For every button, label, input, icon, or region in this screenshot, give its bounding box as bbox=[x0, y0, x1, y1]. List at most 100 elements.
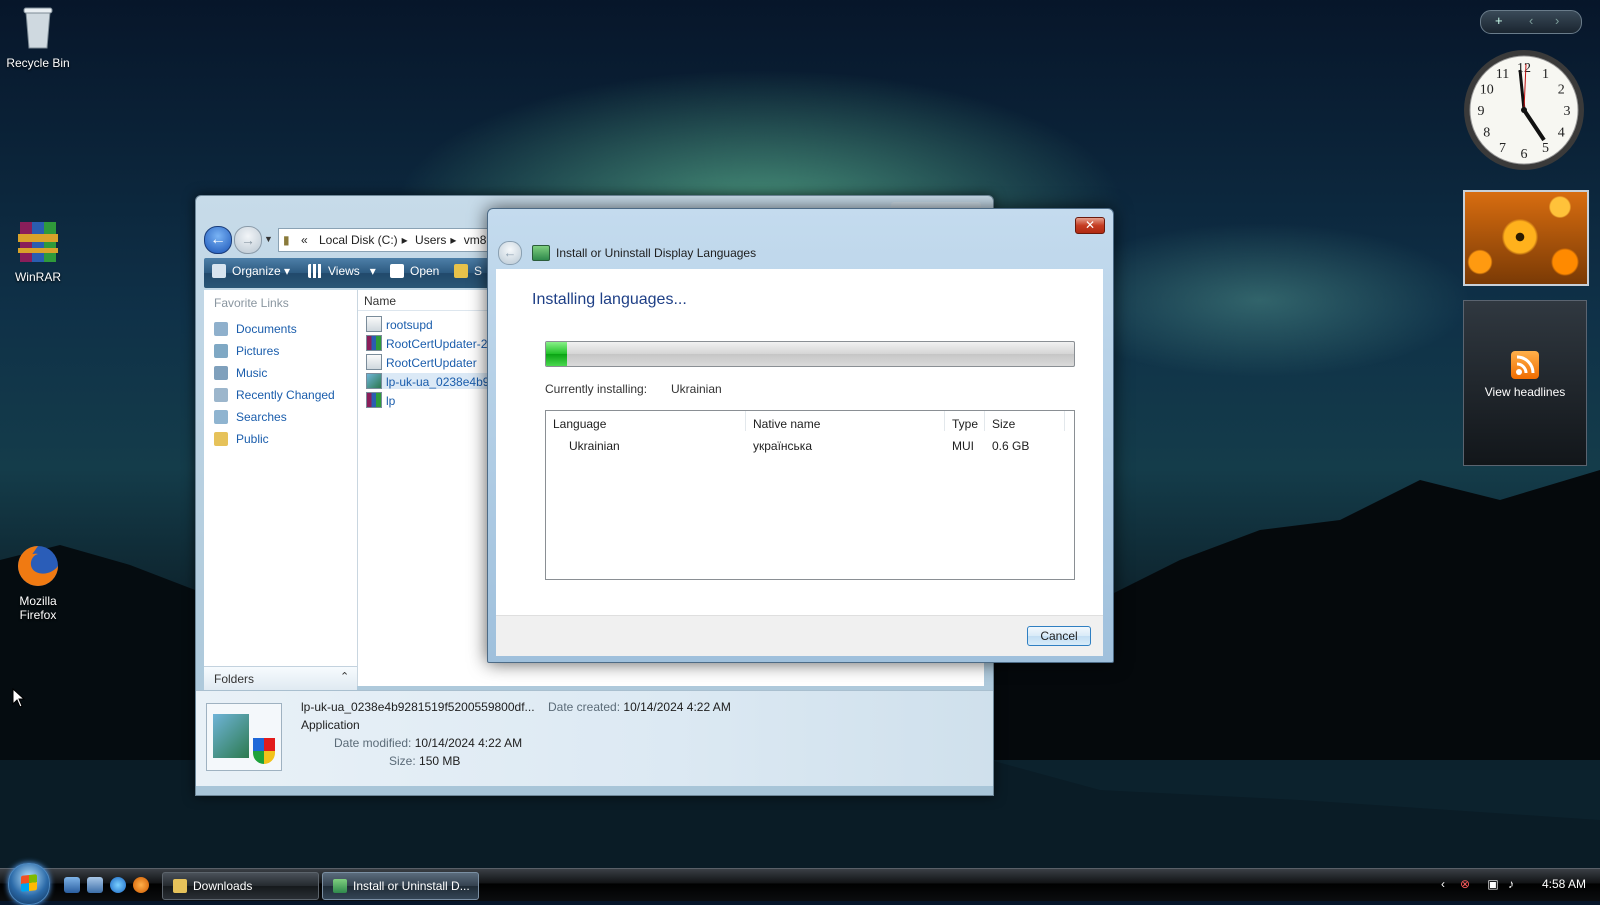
row-type: MUI bbox=[952, 439, 974, 453]
dialog-header: ← Install or Uninstall Display Languages bbox=[496, 237, 1103, 271]
desktop-icon-firefox[interactable]: Mozilla Firefox bbox=[0, 542, 78, 622]
breadcrumb-vm8[interactable]: vm8 bbox=[460, 233, 491, 247]
start-button[interactable] bbox=[8, 863, 50, 905]
taskbar-button-install-languages[interactable]: Install or Uninstall D... bbox=[322, 872, 479, 900]
favorite-link-pictures[interactable]: Pictures bbox=[214, 344, 279, 358]
back-button[interactable]: ← bbox=[498, 241, 522, 265]
row-language: Ukrainian bbox=[569, 439, 620, 453]
feed-headlines-gadget[interactable]: View headlines bbox=[1463, 300, 1587, 466]
folders-toggle[interactable]: Folders ⌃ bbox=[204, 666, 357, 691]
column-header-native-name[interactable]: Native name bbox=[753, 417, 820, 431]
file-item[interactable]: lp bbox=[366, 392, 395, 408]
add-gadget-button[interactable]: + bbox=[1495, 13, 1503, 28]
details-type: Application bbox=[301, 718, 360, 732]
clock-numeral: 2 bbox=[1558, 83, 1565, 98]
file-item[interactable]: RootCertUpdater bbox=[366, 354, 477, 370]
back-button[interactable]: ← bbox=[204, 226, 232, 254]
dialog-body: Installing languages... Currently instal… bbox=[496, 269, 1103, 615]
details-pane: lp-uk-ua_0238e4b9281519f5200559800df... … bbox=[196, 690, 993, 786]
display-languages-icon bbox=[532, 245, 550, 261]
chevron-up-icon[interactable]: ⌃ bbox=[340, 670, 349, 683]
breadcrumb-separator-icon[interactable]: ▸ bbox=[450, 233, 456, 247]
favorite-links-title: Favorite Links bbox=[214, 296, 289, 310]
uac-shield-icon bbox=[253, 738, 275, 764]
currently-installing-value: Ukrainian bbox=[671, 382, 722, 396]
install-languages-dialog: ✕ ← Install or Uninstall Display Languag… bbox=[487, 208, 1114, 663]
clock-numeral: 7 bbox=[1499, 141, 1506, 156]
system-tray: ‹ ⊗ ▣ ♪ 4:58 AM bbox=[1430, 869, 1600, 901]
file-name: RootCertUpdater bbox=[386, 356, 477, 370]
firefox-icon[interactable] bbox=[133, 877, 149, 893]
breadcrumb-separator-icon[interactable]: ▸ bbox=[402, 233, 408, 247]
forward-button[interactable]: → bbox=[234, 226, 262, 254]
breadcrumb-users[interactable]: Users bbox=[411, 233, 450, 247]
switch-windows-icon[interactable] bbox=[87, 877, 103, 893]
file-name: lp-uk-ua_0238e4b9 bbox=[386, 375, 490, 389]
desktop-icon-label: Recycle Bin bbox=[6, 56, 70, 70]
security-alert-icon[interactable]: ⊗ bbox=[1458, 877, 1472, 891]
column-separator bbox=[984, 411, 985, 431]
internet-explorer-icon[interactable] bbox=[110, 877, 126, 893]
recently-changed-icon bbox=[214, 388, 228, 402]
clock-numeral: 3 bbox=[1564, 104, 1571, 119]
file-thumbnail bbox=[206, 703, 282, 771]
share-button[interactable]: S bbox=[454, 264, 482, 278]
column-header-language[interactable]: Language bbox=[553, 417, 606, 431]
favorite-link-music[interactable]: Music bbox=[214, 366, 267, 380]
navigation-pane: Favorite Links Documents Pictures Music … bbox=[204, 290, 358, 686]
share-icon bbox=[454, 264, 468, 278]
views-button[interactable]: Views ▾ bbox=[308, 264, 376, 278]
open-label: Open bbox=[410, 264, 440, 278]
volume-muted-icon[interactable]: ♪ bbox=[1504, 877, 1518, 891]
language-table: Language Native name Type Size Ukrainian… bbox=[545, 410, 1075, 580]
previous-gadget-button[interactable]: ‹ bbox=[1529, 13, 1533, 28]
column-header-size[interactable]: Size bbox=[992, 417, 1015, 431]
date-created-value: 10/14/2024 4:22 AM bbox=[623, 700, 731, 714]
clock-gadget[interactable]: 12 1234567891011 bbox=[1462, 48, 1586, 172]
favorite-link-documents[interactable]: Documents bbox=[214, 322, 297, 336]
taskbar: Downloads Install or Uninstall D... ‹ ⊗ … bbox=[0, 863, 1600, 905]
clock-numeral: 11 bbox=[1496, 67, 1509, 82]
favorite-link-public[interactable]: Public bbox=[214, 432, 269, 446]
address-overflow[interactable]: « bbox=[297, 233, 312, 247]
clock-numeral: 6 bbox=[1521, 147, 1528, 162]
slideshow-gadget[interactable] bbox=[1463, 190, 1589, 286]
column-separator bbox=[944, 411, 945, 431]
details-filename: lp-uk-ua_0238e4b9281519f5200559800df... bbox=[301, 700, 535, 714]
gadget-toolbar: + ‹ › bbox=[1480, 10, 1582, 34]
desktop-icon-winrar[interactable]: WinRAR bbox=[0, 218, 78, 284]
installer-icon bbox=[366, 373, 382, 389]
taskbar-button-downloads[interactable]: Downloads bbox=[162, 872, 319, 900]
link-label: Pictures bbox=[236, 344, 280, 358]
network-icon[interactable]: ▣ bbox=[1486, 877, 1500, 891]
name-column-label: Name bbox=[364, 294, 397, 308]
file-name: rootsupd bbox=[386, 318, 433, 332]
favorite-link-recently-changed[interactable]: Recently Changed bbox=[214, 388, 335, 402]
show-desktop-icon[interactable] bbox=[64, 877, 80, 893]
breadcrumb-local-disk[interactable]: Local Disk (C:) bbox=[315, 233, 402, 247]
file-icon bbox=[366, 316, 382, 332]
open-button[interactable]: Open bbox=[390, 264, 439, 278]
winrar-archive-icon bbox=[366, 392, 382, 408]
row-native-name: українська bbox=[753, 439, 812, 453]
favorite-link-searches[interactable]: Searches bbox=[214, 410, 287, 424]
next-gadget-button[interactable]: › bbox=[1555, 13, 1559, 28]
file-name: lp bbox=[386, 394, 396, 408]
taskbar-clock[interactable]: 4:58 AM bbox=[1542, 877, 1586, 891]
column-separator bbox=[745, 411, 746, 431]
row-size: 0.6 GB bbox=[992, 439, 1030, 453]
desktop-icon-recycle-bin[interactable]: Recycle Bin bbox=[0, 4, 78, 70]
show-hidden-icons-chevron-icon[interactable]: ‹ bbox=[1436, 877, 1450, 891]
file-item[interactable]: RootCertUpdater-2 bbox=[366, 335, 487, 351]
organize-button[interactable]: Organize ▾ bbox=[212, 264, 290, 278]
file-item[interactable]: rootsupd bbox=[366, 316, 433, 332]
view-headlines-label: View headlines bbox=[1484, 385, 1566, 399]
desktop-icon-label: WinRAR bbox=[14, 270, 61, 284]
rss-icon bbox=[1511, 351, 1539, 379]
close-button[interactable]: ✕ bbox=[1075, 217, 1105, 234]
column-header-type[interactable]: Type bbox=[952, 417, 978, 431]
searches-icon bbox=[214, 410, 228, 424]
recent-pages-dropdown-icon[interactable]: ▼ bbox=[264, 234, 273, 244]
file-item-selected[interactable]: lp-uk-ua_0238e4b9 bbox=[366, 373, 490, 389]
cancel-button[interactable]: Cancel bbox=[1027, 626, 1091, 646]
